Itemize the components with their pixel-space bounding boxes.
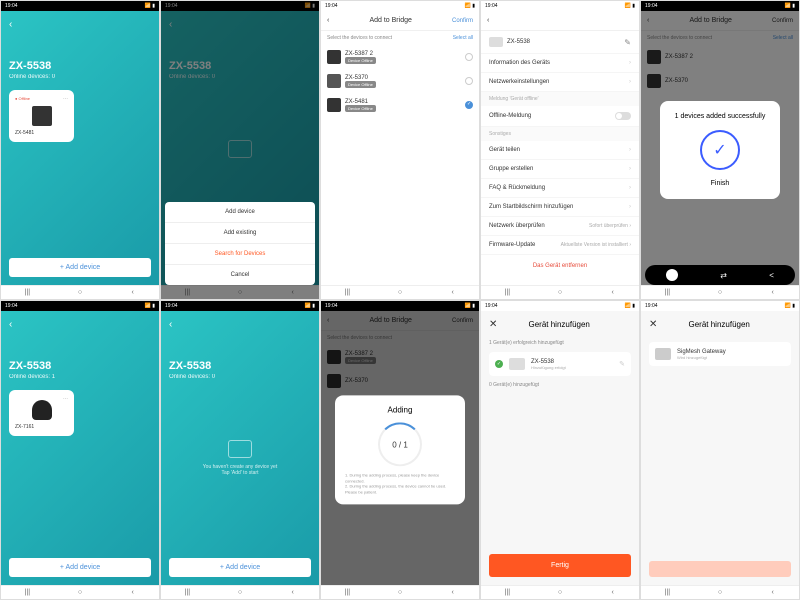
settings-faq[interactable]: FAQ & Rückmeldung›	[481, 179, 639, 198]
empty-box-icon	[228, 440, 252, 458]
radio-checked[interactable]	[465, 101, 473, 109]
screen-action-sheet: 19:04📶 ▮ ‹ ZX-5538 Online devices: 0 Add…	[160, 0, 320, 300]
settings-info[interactable]: Information des Geräts›	[481, 54, 639, 73]
screen-add-success-de: 19:04📶 ▮ ✕ Gerät hinzufügen 1 Gerät(e) e…	[480, 300, 640, 600]
status-bar: 19:04📶 ▮	[1, 1, 159, 11]
settings-share[interactable]: Gerät teilen›	[481, 141, 639, 160]
share-icon[interactable]: <	[769, 271, 774, 280]
radio-unchecked[interactable]	[465, 53, 473, 61]
settings-netcheck[interactable]: Netzwerk überprüfenSofort überprüfen ›	[481, 217, 639, 236]
device-image	[32, 400, 52, 420]
finish-button[interactable]: Finish	[672, 180, 768, 187]
device-thumb-icon	[509, 358, 525, 370]
device-card[interactable]: ⋯ ZX-7161	[9, 390, 74, 436]
device-row[interactable]: ZX-5370Device Offline	[321, 69, 479, 93]
sheet-add-device[interactable]: Add device	[165, 202, 315, 223]
screen-hub-offline: 19:04📶 ▮ ‹ ZX-5538 Online devices: 0 ● O…	[0, 0, 160, 300]
device-row[interactable]: ZX-5481Device Offline	[321, 93, 479, 117]
close-icon[interactable]: ✕	[649, 319, 657, 330]
success-modal: 1 devices added successfully ✓ Finish	[660, 101, 780, 199]
hub-main: ‹ ZX-5538 Online devices: 0 ● Offline ⋯ …	[1, 11, 159, 285]
screen-adding: 19:04📶 ▮ ‹Add to BridgeConfirm Select th…	[320, 300, 480, 600]
share-bar[interactable]: ⇄ <	[645, 265, 795, 285]
device-image	[32, 106, 52, 126]
settings-network[interactable]: Netzwerkeinstellungen›	[481, 73, 639, 92]
back-icon[interactable]: ‹	[9, 19, 151, 30]
fertig-button-disabled	[649, 561, 791, 577]
adding-modal: Adding 0 / 1 1. During the adding proces…	[335, 395, 465, 504]
more-icon[interactable]: ⋯	[63, 96, 68, 102]
device-thumb-icon	[489, 37, 503, 47]
screen-hub-empty: 19:04📶 ▮ ‹ ZX-5538 Online devices: 0 You…	[160, 300, 320, 600]
add-device-button[interactable]: + Add device	[9, 258, 151, 277]
back-icon[interactable]: ‹	[487, 17, 489, 24]
radio-unchecked[interactable]	[465, 77, 473, 85]
edit-icon[interactable]: ✎	[619, 360, 625, 368]
settings-offline-toggle[interactable]: Offline-Meldung	[481, 106, 639, 127]
android-nav: |||○‹	[1, 285, 159, 299]
fertig-button[interactable]: Fertig	[489, 554, 631, 577]
added-device-card[interactable]: ✓ ZX-5538Hinzufügung erfolgt ✎	[489, 352, 631, 376]
screen-header: ‹ Add to Bridge Confirm	[321, 11, 479, 31]
sheet-add-existing[interactable]: Add existing	[165, 223, 315, 244]
screen-hub-online: 19:04📶 ▮ ‹ ZX-5538 Online devices: 1 ⋯ Z…	[0, 300, 160, 600]
device-name-row[interactable]: ZX-5538 ✎	[481, 31, 639, 54]
add-device-button[interactable]: + Add device	[169, 558, 311, 577]
settings-homescreen[interactable]: Zum Startbildschirm hinzufügen›	[481, 198, 639, 217]
back-icon[interactable]: ‹	[9, 319, 151, 330]
gateway-icon	[655, 348, 671, 360]
hub-title: ZX-5538	[9, 60, 151, 72]
back-icon[interactable]: ‹	[169, 319, 311, 330]
add-device-button[interactable]: + Add device	[9, 558, 151, 577]
device-icon	[327, 50, 341, 64]
device-row[interactable]: ZX-5387 2Device Offline	[321, 45, 479, 69]
sheet-cancel[interactable]: Cancel	[165, 265, 315, 285]
crop-icon[interactable]: ⇄	[720, 271, 727, 280]
device-card[interactable]: ● Offline ⋯ ZX-5481	[9, 90, 74, 142]
check-icon: ✓	[495, 360, 503, 368]
select-all-button[interactable]: Select all	[453, 35, 473, 41]
adding-title: Adding	[345, 405, 455, 414]
online-count: Online devices: 0	[9, 74, 151, 80]
capture-icon[interactable]	[666, 269, 678, 281]
toggle-off[interactable]	[615, 112, 631, 120]
screen-add-to-bridge: 19:04📶 ▮ ‹ Add to Bridge Confirm Select …	[320, 0, 480, 300]
settings-group[interactable]: Gruppe erstellen›	[481, 160, 639, 179]
confirm-button[interactable]: Confirm	[452, 18, 473, 24]
screen-add-gateway-de: 19:04📶 ▮ ✕ Gerät hinzufügen SigMesh Gate…	[640, 300, 800, 600]
offline-badge: ● Offline	[15, 96, 30, 101]
more-icon[interactable]: ⋯	[63, 396, 68, 402]
screen-device-settings: 19:04📶 ▮ ‹ ZX-5538 ✎ Information des Ger…	[480, 0, 640, 300]
action-sheet: Add device Add existing Search for Devic…	[165, 202, 315, 285]
device-name: ZX-5481	[15, 130, 68, 136]
adding-hint: 1. During the adding process, please kee…	[345, 472, 455, 494]
remove-device-button[interactable]: Das Gerät entfernen	[481, 255, 639, 277]
empty-state: You haven't create any device yet Tap 'A…	[169, 440, 311, 476]
device-name: ZX-7161	[15, 424, 68, 430]
edit-icon[interactable]: ✎	[624, 38, 631, 47]
close-icon[interactable]: ✕	[489, 319, 497, 330]
success-message: 1 devices added successfully	[672, 113, 768, 120]
sheet-search[interactable]: Search for Devices	[165, 244, 315, 265]
screen-success: 19:04📶 ▮ ‹Add to BridgeConfirm Select th…	[640, 0, 800, 300]
added-device-card[interactable]: SigMesh GatewayWird hinzugefügt	[649, 342, 791, 366]
progress-circle: 0 / 1	[378, 422, 422, 466]
settings-firmware[interactable]: Firmware-UpdateAktuellste Version ist in…	[481, 236, 639, 255]
success-check-icon: ✓	[700, 130, 740, 170]
